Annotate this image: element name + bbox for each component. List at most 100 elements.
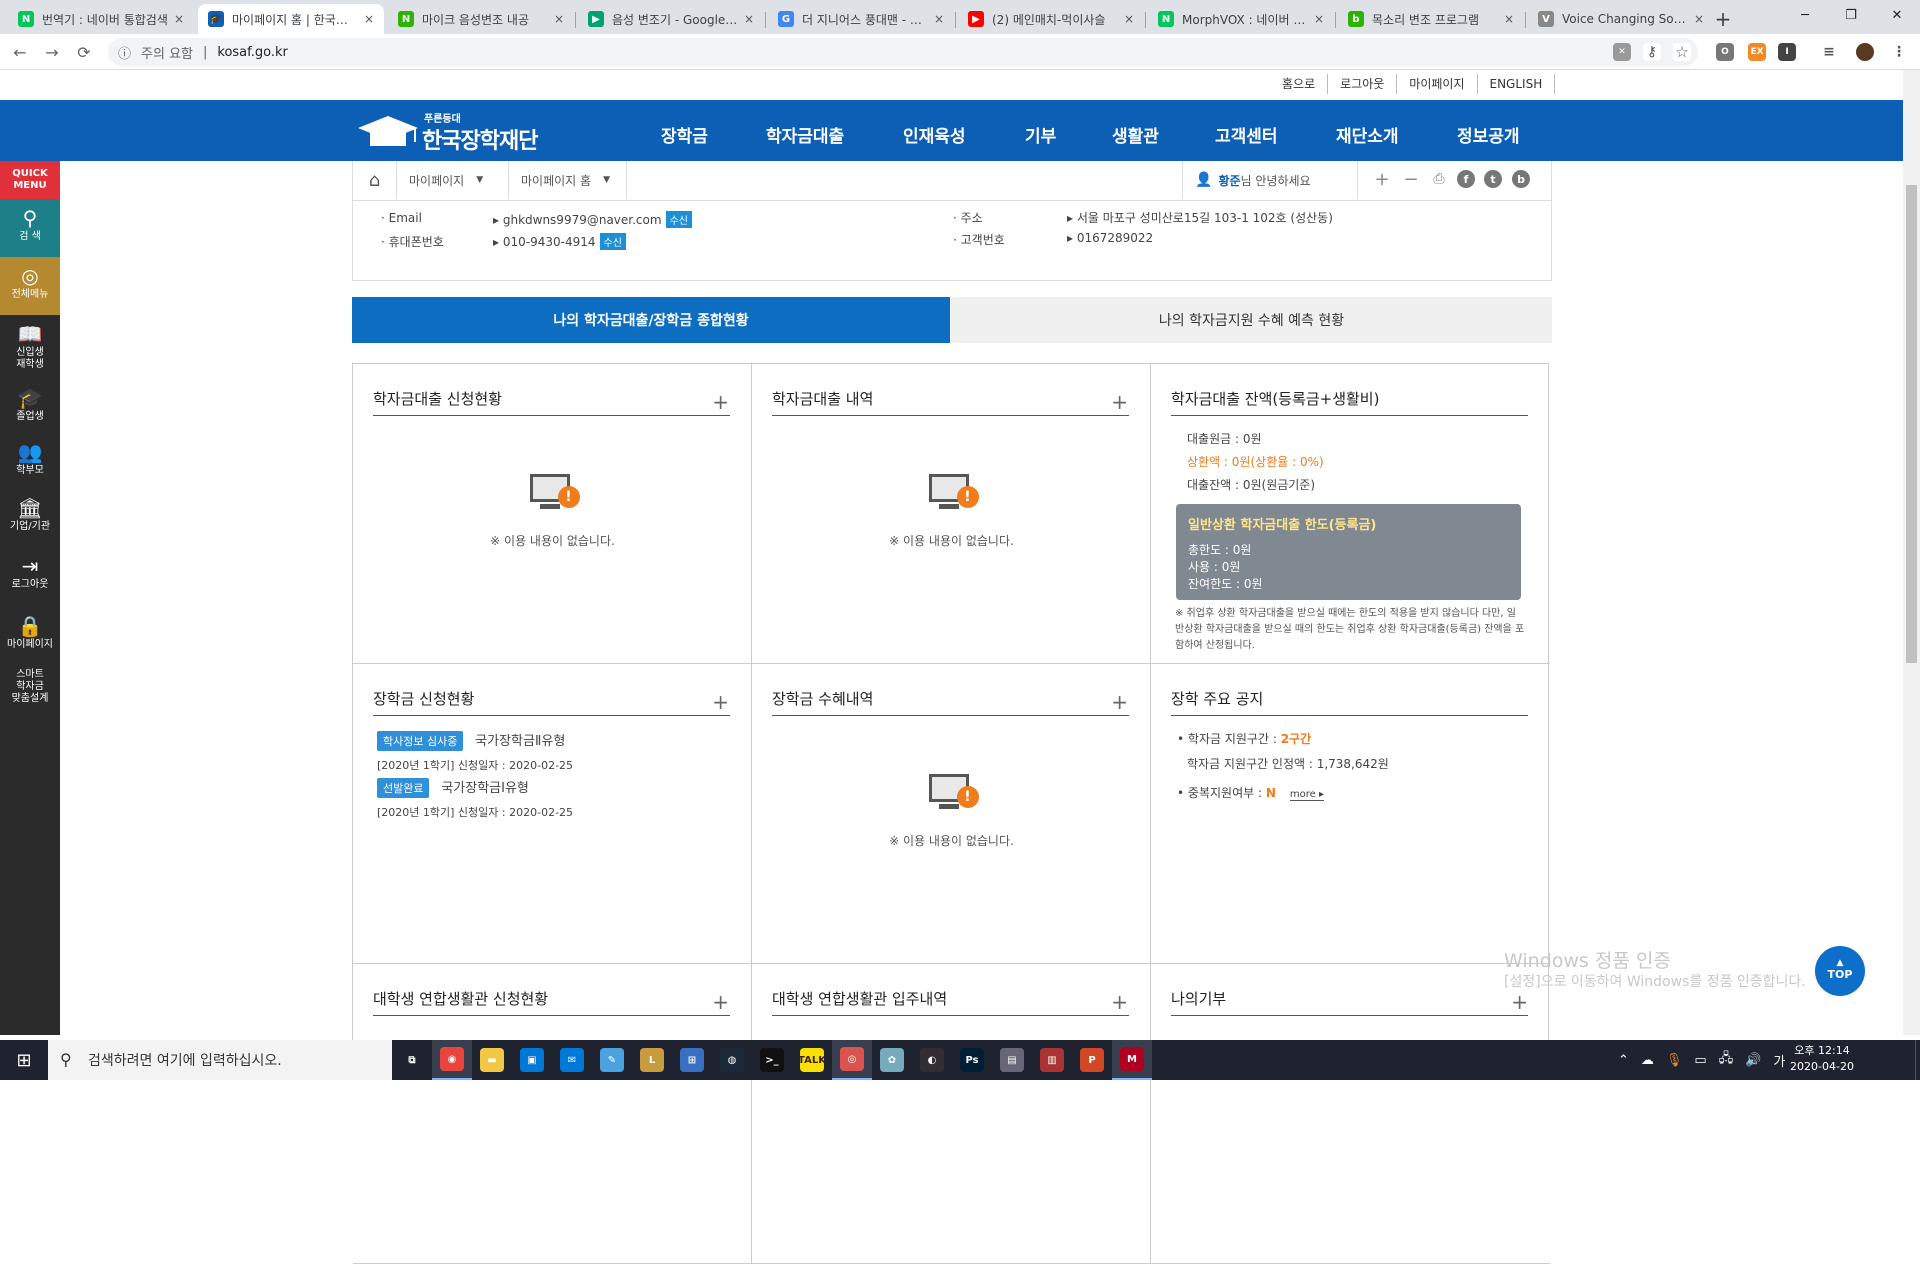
gnb-donation[interactable]: 기부 (1025, 122, 1056, 147)
gnb-talent[interactable]: 인재육성 (903, 122, 966, 147)
taskbar-app-steam[interactable]: ◍ (712, 1040, 752, 1080)
scholar-item-1[interactable]: 학사정보 심사중 국가장학금Ⅱ유형 (377, 730, 565, 751)
cloud-icon[interactable]: ☁ (1641, 1053, 1654, 1068)
taskbar-app-notes[interactable]: ✎ (592, 1040, 632, 1080)
tab-close-icon[interactable]: × (174, 12, 184, 26)
taskbar-app-lol[interactable]: L (632, 1040, 672, 1080)
url-text[interactable]: kosaf.go.kr (217, 45, 288, 60)
translate-icon[interactable]: ✕ (1613, 43, 1631, 61)
tab-close-icon[interactable]: × (1504, 12, 1514, 26)
taskbar-app-file-explorer[interactable]: ▬ (472, 1040, 512, 1080)
browser-tab[interactable]: G 더 지니어스 풍대맨 - Google × (768, 4, 954, 34)
scholar-item-2[interactable]: 선발완료 국가장학금Ⅰ유형 (377, 777, 529, 798)
gnb-scholarship[interactable]: 장학금 (661, 122, 708, 147)
quick-menu-item[interactable]: 🎓 졸업생 (0, 379, 60, 437)
info-icon[interactable]: ⓘ (118, 43, 131, 62)
tab-loan-scholarship-summary[interactable]: 나의 학자금대출/장학금 종합현황 (352, 297, 950, 343)
loan-apply-more-icon[interactable]: + (712, 392, 729, 412)
extension-ex-icon[interactable]: EX (1748, 43, 1766, 61)
taskbar-search-box[interactable]: ⚲ 검색하려면 여기에 입력하십시오. (48, 1040, 392, 1080)
print-icon[interactable]: ⎙ (1430, 170, 1448, 188)
util-link[interactable]: 로그아웃 (1328, 74, 1398, 94)
gnb-customer-center[interactable]: 고객센터 (1215, 122, 1278, 147)
media-icon[interactable]: ≡ (1820, 43, 1838, 61)
taskbar-app-obs[interactable]: ◐ (912, 1040, 952, 1080)
quick-menu-item[interactable]: 📖 신입생 재학생 (0, 315, 60, 373)
taskbar-app-app-doc[interactable]: ▥ (1032, 1040, 1072, 1080)
maximize-button[interactable]: ❐ (1828, 0, 1874, 30)
taskbar-app-app-red[interactable]: M (1112, 1040, 1152, 1080)
browser-tab[interactable]: N 마이크 음성변조 내공 × (388, 4, 574, 34)
browser-tab[interactable]: N 번역기 : 네이버 통합검색 × (8, 4, 194, 34)
tab-close-icon[interactable]: × (744, 12, 754, 26)
taskbar-app-photoshop[interactable]: Ps (952, 1040, 992, 1080)
star-icon[interactable]: ☆ (1673, 43, 1691, 61)
scholar-received-more-icon[interactable]: + (1111, 692, 1128, 712)
taskbar-app-store[interactable]: ▣ (512, 1040, 552, 1080)
minimize-button[interactable]: ─ (1782, 0, 1828, 30)
facebook-icon[interactable]: f (1457, 170, 1475, 188)
taskbar-app-app-blue[interactable]: ⊞ (672, 1040, 712, 1080)
show-desktop-button[interactable] (1915, 1040, 1920, 1080)
address-bar[interactable]: ⓘ 주의 요함 | kosaf.go.kr (108, 38, 1698, 66)
taskbar-app-camera-app[interactable]: ◎ (832, 1040, 872, 1080)
taskbar-app-app-window[interactable]: ▤ (992, 1040, 1032, 1080)
quick-menu-item[interactable]: ⇥ 로그아웃 (0, 547, 60, 605)
mic-icon[interactable]: 🎙 (1666, 1053, 1683, 1068)
volume-icon[interactable]: 🔊 (1745, 1053, 1761, 1068)
tab-close-icon[interactable]: × (1694, 12, 1704, 26)
taskbar-app-terminal[interactable]: >_ (752, 1040, 792, 1080)
quick-menu-item[interactable]: ⚲ 검 색 (0, 199, 60, 257)
browser-tab[interactable]: ▶ 음성 변조기 - Google Play × (578, 4, 764, 34)
blog-icon[interactable]: b (1512, 170, 1530, 188)
extension-one-icon[interactable]: O (1716, 43, 1734, 61)
taskbar-app-chrome[interactable]: ◉ (432, 1040, 472, 1080)
gnb-student-loan[interactable]: 학자금대출 (766, 122, 844, 147)
browser-tab[interactable]: 🎓 마이페이지 홈 | 한국장학재단 × (198, 4, 384, 34)
taskbar-app-task-view[interactable]: ⧉ (392, 1040, 432, 1080)
network-icon[interactable]: 🖧 (1719, 1049, 1734, 1071)
home-icon[interactable]: ⌂ (353, 161, 397, 199)
site-logo[interactable]: 푸른등대 한국장학재단 (354, 108, 554, 154)
back-icon[interactable]: ← (8, 40, 32, 64)
quick-menu-item[interactable]: 스마트 학자금 맞춤설계 (0, 661, 60, 719)
zoom-in-icon[interactable]: + (1373, 169, 1391, 190)
scholar-apply-more-icon[interactable]: + (712, 692, 729, 712)
chevron-up-icon[interactable]: ⌃ (1618, 1053, 1629, 1068)
dorm-stay-more-icon[interactable]: + (1111, 992, 1128, 1012)
breadcrumb-level1[interactable]: 마이페이지 ▼ (397, 161, 509, 199)
menu-kebab-icon[interactable]: ⋮ (1890, 43, 1908, 61)
quick-menu-item[interactable]: 🏛 기업/기관 (0, 489, 60, 547)
reload-icon[interactable]: ⟳ (72, 40, 96, 64)
dorm-apply-more-icon[interactable]: + (712, 992, 729, 1012)
close-window-button[interactable]: ✕ (1874, 0, 1920, 30)
taskbar-app-kakaotalk[interactable]: TALK (792, 1040, 832, 1080)
gnb-public-info[interactable]: 정보공개 (1457, 122, 1520, 147)
taskbar-app-paint-app[interactable]: ✿ (872, 1040, 912, 1080)
forward-icon[interactable]: → (40, 40, 64, 64)
donation-more-icon[interactable]: + (1511, 992, 1528, 1012)
loan-history-more-icon[interactable]: + (1111, 392, 1128, 412)
key-icon[interactable]: ⚷ (1643, 43, 1661, 61)
quick-menu-item[interactable]: 🔒 마이페이지 (0, 607, 60, 665)
util-link[interactable]: 마이페이지 (1397, 74, 1478, 94)
gnb-about[interactable]: 재단소개 (1336, 122, 1399, 147)
tab-support-prediction[interactable]: 나의 학자금지원 수혜 예측 현황 (951, 297, 1552, 343)
windows-start-icon[interactable]: ⊞ (0, 1040, 48, 1080)
breadcrumb-level2[interactable]: 마이페이지 홈 ▼ (509, 161, 627, 199)
page-scrollbar[interactable] (1903, 70, 1920, 1035)
util-link[interactable]: 홈으로 (1270, 74, 1329, 94)
new-tab-button[interactable]: + (1710, 6, 1736, 32)
zoom-out-icon[interactable]: − (1402, 169, 1420, 190)
tab-close-icon[interactable]: × (1124, 12, 1134, 26)
tab-close-icon[interactable]: × (554, 12, 564, 26)
taskbar-clock[interactable]: 오후 12:14 2020-04-20 (1784, 1043, 1860, 1075)
browser-tab[interactable]: N MorphVOX : 네이버 통합검색 × (1148, 4, 1334, 34)
scrollbar-thumb[interactable] (1906, 185, 1917, 663)
util-link[interactable]: ENGLISH (1478, 74, 1556, 94)
tab-close-icon[interactable]: × (1314, 12, 1324, 26)
tab-close-icon[interactable]: × (934, 12, 944, 26)
browser-tab[interactable]: ▶ (2) 메인매치-먹이사슬 × (958, 4, 1144, 34)
browser-tab[interactable]: b 목소리 변조 프로그램 × (1338, 4, 1524, 34)
browser-tab[interactable]: V Voice Changing Software × (1528, 4, 1714, 34)
